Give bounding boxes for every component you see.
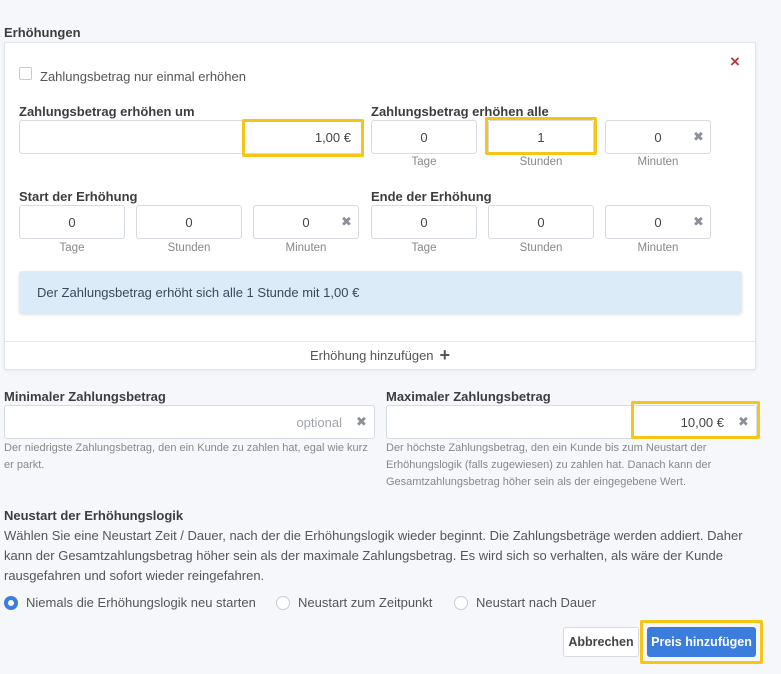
end-minutes-value: 0 (654, 214, 662, 230)
highlight-add-price (640, 620, 763, 664)
start-minutes-value: 0 (302, 214, 310, 230)
close-icon[interactable]: × (730, 52, 740, 72)
unit-days-label: Tage (411, 156, 437, 168)
radio-unselected-icon (276, 595, 290, 610)
start-unit-minutes: Minuten (285, 242, 327, 254)
radio-selected-icon (4, 595, 18, 610)
clear-min-amount-icon[interactable]: ✖ (356, 414, 367, 430)
min-amount-help: Der niedrigste Zahlungsbetrag, den ein K… (4, 442, 368, 471)
once-checkbox-label: Zahlungsbetrag nur einmal erhöhen (40, 69, 246, 84)
info-text: Der Zahlungsbetrag erhöht sich alle 1 St… (37, 284, 360, 300)
end-label: Ende der Erhöhung (371, 189, 492, 204)
start-label: Start der Erhöhung (19, 189, 138, 204)
start-unit-days: Tage (59, 242, 85, 254)
min-amount-placeholder: optional (296, 414, 342, 430)
restart-option-duration-label: Neustart nach Dauer (476, 595, 596, 610)
increases-title: Erhöhungen (4, 25, 81, 40)
max-amount-label: Maximaler Zahlungsbetrag (386, 389, 551, 404)
unit-hours-label: Stunden (519, 156, 563, 168)
start-hours-input[interactable]: 0 (136, 205, 242, 239)
restart-option-time[interactable]: Neustart zum Zeitpunkt (276, 595, 432, 610)
clear-start-icon[interactable]: ✖ (341, 214, 352, 230)
radio-unselected-icon (454, 595, 468, 610)
restart-option-never[interactable]: Niemals die Erhöhungslogik neu starten (4, 595, 256, 610)
end-unit-hours: Stunden (519, 242, 563, 254)
increase-every-days-value: 0 (420, 129, 428, 145)
clear-increase-every-icon[interactable]: ✖ (693, 129, 704, 145)
restart-option-time-label: Neustart zum Zeitpunkt (298, 595, 433, 610)
start-hours-value: 0 (185, 214, 193, 230)
start-days-input[interactable]: 0 (19, 205, 125, 239)
highlight-increase-by (242, 119, 364, 157)
info-message: Der Zahlungsbetrag erhöht sich alle 1 St… (19, 271, 742, 313)
highlight-max-amount (631, 401, 760, 439)
cancel-button-label: Abbrechen (568, 635, 634, 649)
unit-minutes-label: Minuten (637, 156, 679, 168)
once-checkbox[interactable] (19, 67, 32, 80)
end-unit-minutes: Minuten (637, 242, 679, 254)
increase-by-label: Zahlungsbetrag erhöhen um (19, 104, 195, 119)
highlight-increase-every-hours (485, 117, 597, 155)
min-amount-label: Minimaler Zahlungsbetrag (4, 389, 166, 404)
cancel-button[interactable]: Abbrechen (563, 627, 639, 657)
restart-title: Neustart der Erhöhungslogik (4, 508, 184, 523)
plus-icon: + (439, 345, 451, 365)
clear-end-icon[interactable]: ✖ (693, 214, 704, 230)
end-unit-days: Tage (411, 242, 437, 254)
restart-option-never-label: Niemals die Erhöhungslogik neu starten (26, 595, 256, 610)
increase-every-days-input[interactable]: 0 (371, 120, 477, 154)
max-amount-help: Der höchste Zahlungsbetrag, den ein Kund… (386, 442, 712, 488)
end-hours-input[interactable]: 0 (488, 205, 594, 239)
end-days-input[interactable]: 0 (371, 205, 477, 239)
end-hours-value: 0 (537, 214, 545, 230)
end-days-value: 0 (420, 214, 428, 230)
start-unit-hours: Stunden (167, 242, 211, 254)
add-increase-label: Erhöhung hinzufügen (309, 348, 434, 363)
increase-every-minutes-value: 0 (654, 129, 662, 145)
start-days-value: 0 (68, 214, 76, 230)
restart-description: Wählen Sie eine Neustart Zeit / Dauer, n… (4, 528, 743, 583)
add-increase-button[interactable]: Erhöhung hinzufügen + (5, 342, 755, 369)
min-amount-input[interactable]: optional (4, 405, 375, 439)
restart-option-duration[interactable]: Neustart nach Dauer (454, 595, 596, 610)
